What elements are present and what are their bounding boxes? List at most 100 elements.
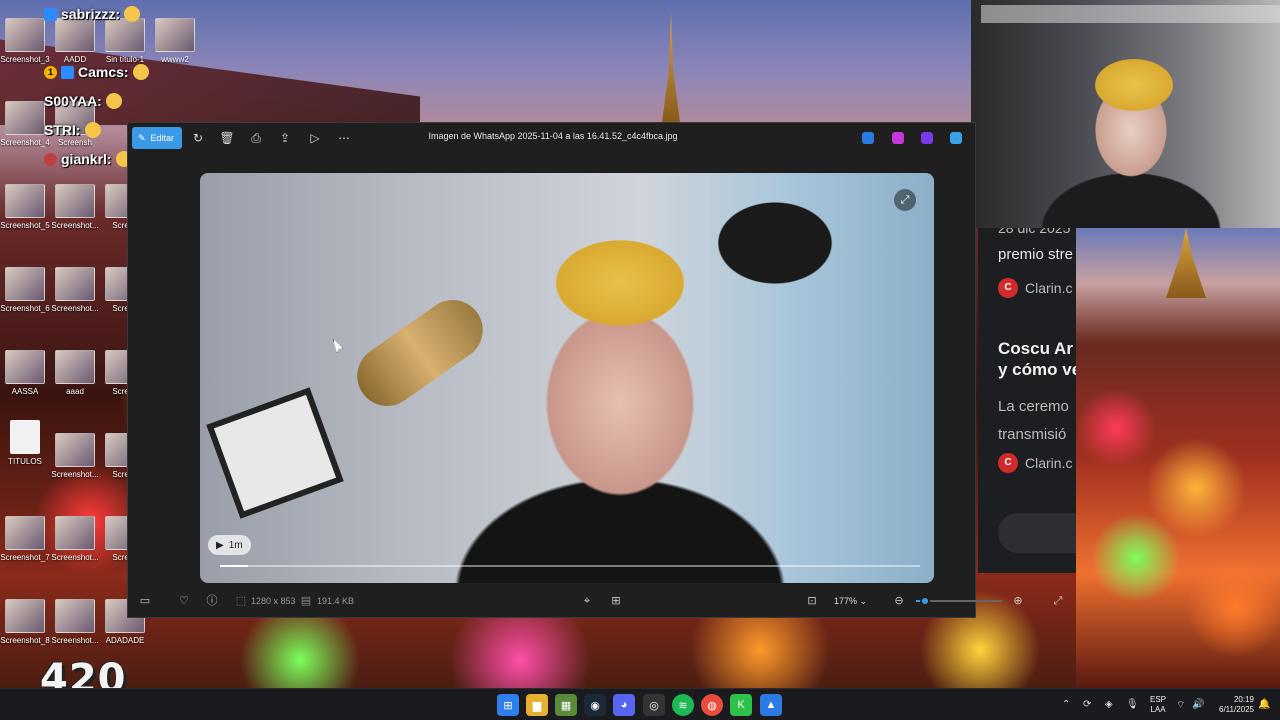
chrome-icon[interactable]: ◍ (701, 694, 723, 716)
emote-icon (132, 64, 149, 80)
photo-canvas[interactable]: ⤢ ▶ 1m (200, 173, 934, 583)
viewer-footer: ▭ ♡ ⓘ ⬚ 1280 x 853 ▤ 191.4 KB ⌖ ⊞ ⊡ 177%… (128, 585, 1063, 617)
fullscreen-icon[interactable]: ⤢ (894, 189, 916, 211)
edit-button[interactable]: ✎ Editar (132, 127, 183, 149)
wifi-icon[interactable]: ⌔ (1176, 699, 1185, 712)
desktop-icon-label: Screenshot... (51, 553, 99, 562)
print-icon[interactable]: ⎙ (247, 129, 265, 147)
desktop-icon[interactable]: wwww2 (150, 18, 200, 76)
image-thumb-icon (5, 184, 45, 218)
file-explorer-icon[interactable]: ▆ (526, 694, 548, 716)
ceiling-light (981, 5, 1280, 23)
desktop-icon[interactable]: Screenshot_4 (0, 101, 50, 159)
favorite-heart-icon[interactable]: ♡ (177, 594, 191, 608)
image-thumb-icon (5, 18, 45, 52)
desktop-icon[interactable]: Screenshot... (50, 267, 100, 325)
image-dimensions: 1280 x 853 (251, 596, 296, 606)
chat-username: STRI: (44, 122, 81, 138)
desktop-icon[interactable]: AASSA (0, 350, 50, 408)
desktop-icon[interactable]: Screenshot_3 (0, 18, 50, 76)
background-article: 28 dic 2025 premio stre C Clarin.c Coscu… (978, 228, 1078, 573)
photos-viewer-window: ✎ Editar ↻ 🗑 ⎙ ⇪ ▷ ⋯ Imagen de WhatsApp … (127, 122, 1063, 618)
desktop-icon-label: Screenshot... (51, 636, 99, 645)
security-icon[interactable]: ◈ (1105, 699, 1113, 710)
obs-icon[interactable]: ◎ (643, 694, 665, 716)
snippet-line: transmisió (998, 426, 1067, 443)
app-shortcut-icon[interactable] (862, 132, 874, 144)
notification-bell-icon[interactable]: 🔔 (1258, 699, 1270, 710)
article-headline[interactable]: Coscu Ar y cómo ve (998, 338, 1078, 380)
desktop-icon[interactable]: TITULOS (0, 420, 50, 478)
minecraft-icon[interactable]: ▦ (555, 694, 577, 716)
desktop-icon[interactable]: Screenshot_5 (0, 184, 50, 242)
zoom-in-icon[interactable]: ⊕ (1011, 594, 1025, 608)
slideshow-icon[interactable]: ▷ (306, 129, 324, 147)
share-icon[interactable]: ⇪ (276, 129, 294, 147)
desktop-icon-label: Screenshot_4 (0, 138, 50, 147)
desktop-icon[interactable]: Screenshot... (50, 599, 100, 657)
desktop-icon[interactable]: Screenshot_7 (0, 516, 50, 574)
play-icon: ▶ (216, 539, 224, 551)
video-progress-bar[interactable] (220, 565, 920, 567)
volume-icon[interactable]: 🔊 (1192, 699, 1204, 710)
image-thumb-icon (5, 101, 45, 135)
zoom-slider-knob[interactable] (919, 596, 930, 606)
desktop-icon[interactable]: Screenshot... (50, 184, 100, 242)
article-source[interactable]: C Clarin.c (998, 278, 1072, 298)
article-source[interactable]: C Clarin.c (998, 453, 1072, 473)
filmstrip-icon[interactable]: ▭ (138, 594, 152, 608)
edit-label: Editar (150, 133, 175, 143)
fit-screen-icon[interactable]: ⊡ (805, 594, 819, 608)
desktop-icon-label: TITULOS (8, 457, 42, 466)
steam-icon[interactable]: ◉ (584, 694, 606, 716)
discord-icon[interactable]: ◕ (613, 694, 635, 716)
desktop-icon[interactable]: aaad (50, 350, 100, 408)
image-thumb-icon (5, 599, 45, 633)
taskbar: ⊞ ▆ ▦ ◉ ◕ ◎ ≋ ◍ K ▲ ⌃ ⟳ ◈ 🎙 ESP LAA ⌔ 🔊 … (0, 688, 1280, 720)
info-icon[interactable]: ⓘ (205, 594, 219, 608)
app-shortcut-icon[interactable] (950, 132, 962, 144)
desktop-icon[interactable]: Screenshot_6 (0, 267, 50, 325)
clock[interactable]: 20:19 6/11/2025 (1208, 695, 1254, 720)
desktop-icon-label: Screenshot... (51, 221, 99, 230)
snippet-line: La ceremo (998, 398, 1069, 415)
file-size-icon: ▤ (300, 595, 312, 607)
zoom-slider[interactable] (916, 596, 1002, 606)
sub-badge-icon (61, 65, 74, 79)
desktop-icon-label: ADADADE (105, 636, 145, 645)
delete-icon[interactable]: 🗑 (218, 129, 236, 147)
app-shortcut-icon[interactable] (892, 132, 904, 144)
visual-search-icon[interactable]: ⌖ (580, 594, 594, 608)
microphone-icon[interactable]: 🎙 (1126, 699, 1139, 710)
sync-icon[interactable]: ⟳ (1083, 699, 1091, 710)
article-button[interactable] (998, 513, 1078, 553)
photos-app-icon[interactable]: ▲ (760, 694, 782, 716)
more-options-icon[interactable]: ⋯ (335, 129, 353, 147)
desktop-icon[interactable]: Screenshot... (50, 516, 100, 574)
kick-icon[interactable]: K (730, 694, 752, 716)
zoom-percent: 177% (834, 596, 858, 606)
article-date: 28 dic 2025 (998, 228, 1071, 236)
chevron-up-icon[interactable]: ⌃ (1062, 699, 1070, 710)
windows-start-icon[interactable]: ⊞ (497, 694, 519, 716)
image-file-size: 191.4 KB (317, 596, 355, 606)
rotate-icon[interactable]: ↻ (189, 129, 207, 147)
expand-window-icon[interactable]: ⤢ (1051, 594, 1065, 608)
app-shortcut-icon[interactable] (921, 132, 933, 144)
desktop-icon[interactable]: Screenshot_8 (0, 599, 50, 657)
edit-icon: ✎ (138, 132, 146, 143)
zoom-value[interactable]: 177% ⌄ (834, 596, 867, 607)
image-thumb-icon (55, 599, 95, 633)
zoom-out-icon[interactable]: ⊖ (892, 594, 906, 608)
trophy-shape (345, 288, 495, 418)
chat-message: S00YAA: (44, 93, 122, 109)
emote-icon (124, 6, 141, 22)
headline-line: y cómo ve (998, 360, 1078, 379)
language-indicator[interactable]: ESP LAA (1148, 695, 1168, 720)
desktop-icon-label: wwww2 (161, 55, 189, 64)
image-thumb-icon (55, 433, 95, 467)
spotify-icon[interactable]: ≋ (672, 694, 694, 716)
video-duration-pill[interactable]: ▶ 1m (208, 535, 251, 555)
desktop-icon[interactable]: Screenshot... (50, 433, 100, 491)
text-scan-icon[interactable]: ⊞ (609, 594, 623, 608)
